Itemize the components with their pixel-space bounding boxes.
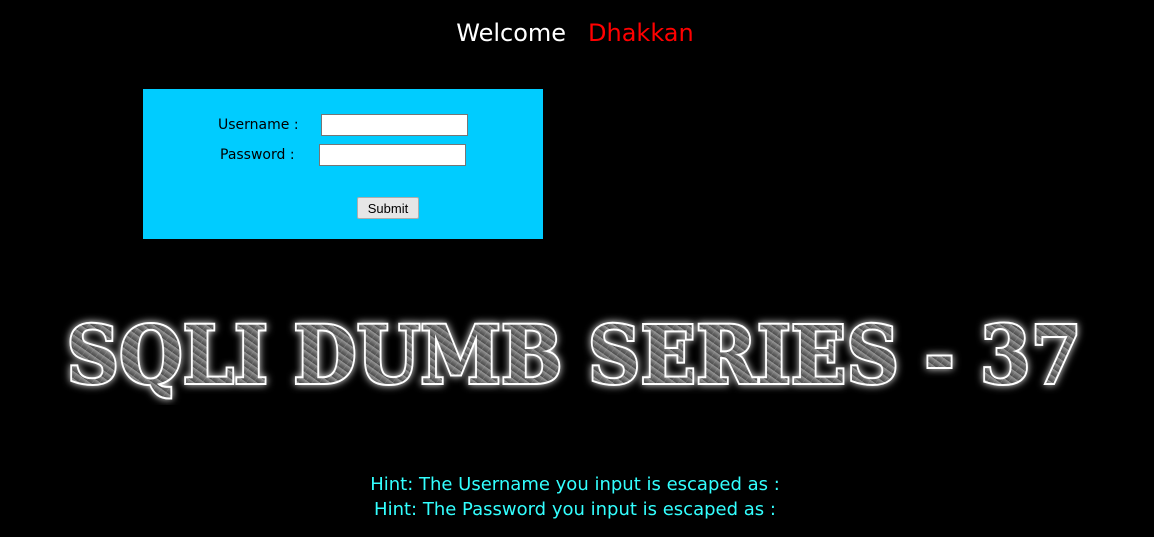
welcome-label: Welcome bbox=[456, 19, 567, 47]
username-hint: Hint: The Username you input is escaped … bbox=[370, 474, 780, 495]
username-input[interactable] bbox=[321, 114, 468, 136]
welcome-heading: Welcome Dhakkan bbox=[0, 17, 1150, 49]
username-display: Dhakkan bbox=[588, 19, 694, 47]
escape-hints: Hint: The Username you input is escaped … bbox=[0, 472, 1150, 522]
series-title-text: SQLI DUMB SERIES - 37 bbox=[67, 308, 1082, 402]
submit-button[interactable]: Submit bbox=[357, 197, 419, 219]
password-label: Password : bbox=[220, 147, 295, 163]
password-hint: Hint: The Password you input is escaped … bbox=[374, 499, 776, 520]
password-input[interactable] bbox=[319, 144, 466, 166]
page: Welcome Dhakkan Username : Password : Sub… bbox=[0, 0, 1154, 537]
login-form: Username : Password : Submit bbox=[143, 89, 543, 239]
series-title-banner: SQLI DUMB SERIES - 37 bbox=[65, 306, 1084, 404]
username-label: Username : bbox=[218, 117, 299, 133]
